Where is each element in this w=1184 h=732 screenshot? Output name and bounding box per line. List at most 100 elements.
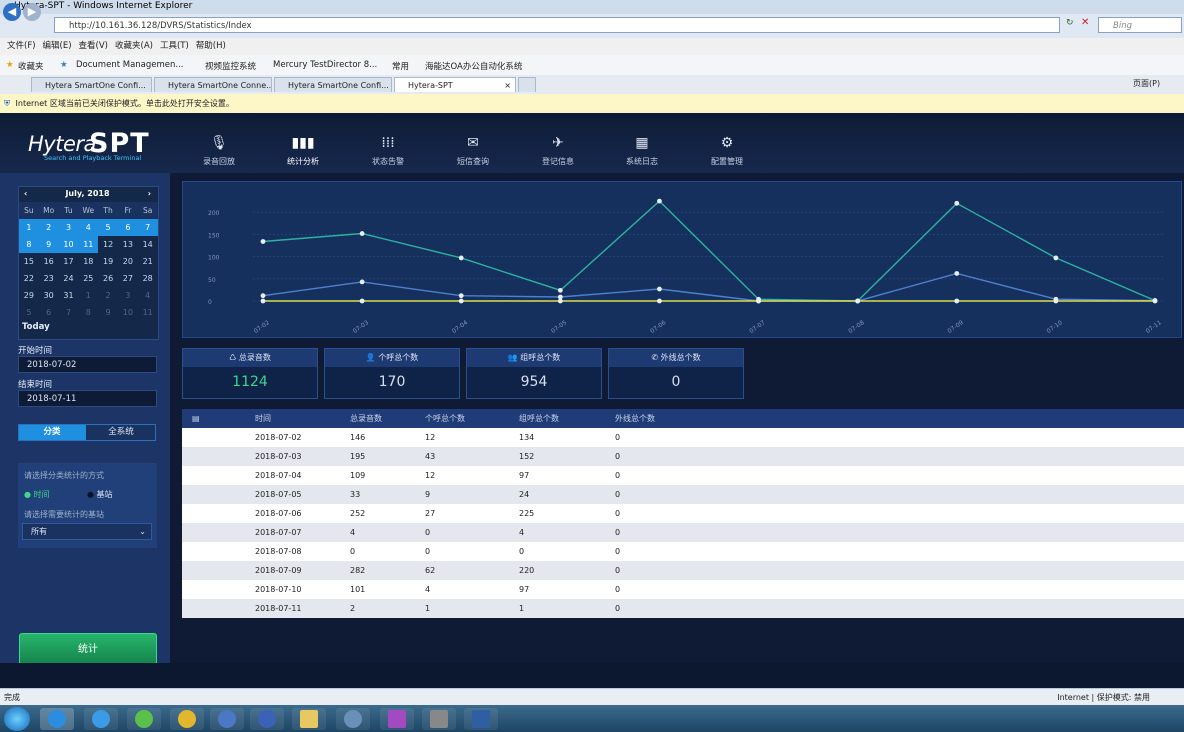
search-input[interactable]: Bing bbox=[1098, 17, 1182, 33]
calendar-day[interactable]: 14 bbox=[138, 236, 158, 253]
calendar-day[interactable]: 4 bbox=[138, 287, 158, 304]
tab-smartone-3[interactable]: Hytera SmartOne Confi... bbox=[274, 77, 392, 92]
nav-statistics[interactable]: ▮▮▮ 统计分析 bbox=[273, 135, 333, 167]
menu-file[interactable]: 文件(F) bbox=[7, 41, 36, 51]
table-row[interactable]: 2018-07-04 109 12 97 0 bbox=[182, 466, 1184, 485]
security-infobar[interactable]: ⛨ Internet 区域当前已关闭保护模式。单击此处打开安全设置。 bbox=[0, 94, 1184, 114]
calendar-day[interactable]: 5 bbox=[98, 219, 118, 236]
page-menu[interactable]: 页面(P) bbox=[1133, 78, 1160, 89]
calendar-day[interactable]: 10 bbox=[58, 236, 79, 253]
add-favorite-icon[interactable]: ★ bbox=[60, 60, 68, 70]
prev-month-icon[interactable]: ‹ bbox=[24, 186, 27, 202]
taskbar-app-11[interactable] bbox=[464, 708, 498, 730]
table-row[interactable]: 2018-07-05 33 9 24 0 bbox=[182, 485, 1184, 504]
calendar-day[interactable]: 29 bbox=[19, 287, 39, 304]
calendar-day[interactable]: 9 bbox=[98, 304, 118, 321]
address-bar[interactable]: http://10.161.36.128/DVRS/Statistics/Ind… bbox=[54, 17, 1060, 33]
nav-config[interactable]: ⚙ 配置管理 bbox=[697, 135, 757, 167]
favorites-label[interactable]: 收藏夹 bbox=[18, 60, 44, 72]
calendar-day[interactable]: 4 bbox=[78, 219, 99, 236]
tab-smartone-1[interactable]: Hytera SmartOne Confi... bbox=[31, 77, 152, 92]
end-date-input[interactable]: 2018-07-11 bbox=[18, 390, 157, 407]
table-row[interactable]: 2018-07-02 146 12 134 0 bbox=[182, 428, 1184, 447]
calendar-day[interactable]: 31 bbox=[59, 287, 79, 304]
calendar-day[interactable]: 8 bbox=[78, 304, 98, 321]
taskbar-app-8[interactable] bbox=[336, 708, 370, 730]
calendar-day[interactable]: 11 bbox=[138, 304, 158, 321]
calculate-button[interactable]: 统计 bbox=[19, 633, 157, 667]
taskbar-explorer[interactable] bbox=[292, 708, 326, 730]
refresh-icon[interactable]: ↻ bbox=[1066, 18, 1074, 28]
calendar-day[interactable]: 26 bbox=[98, 270, 118, 287]
menu-favorites[interactable]: 收藏夹(A) bbox=[115, 41, 153, 51]
next-month-icon[interactable]: › bbox=[148, 186, 151, 202]
stop-icon[interactable]: ✕ bbox=[1081, 17, 1089, 28]
table-row[interactable]: 2018-07-10 101 4 97 0 bbox=[182, 580, 1184, 599]
menu-help[interactable]: 帮助(H) bbox=[196, 41, 226, 51]
table-row[interactable]: 2018-07-09 282 62 220 0 bbox=[182, 561, 1184, 580]
close-tab-icon[interactable]: × bbox=[504, 78, 511, 92]
radio-base[interactable]: ● 基站 bbox=[87, 489, 113, 500]
forward-button[interactable]: ▶ bbox=[23, 3, 41, 21]
calendar-day[interactable]: 1 bbox=[78, 287, 98, 304]
new-tab-button[interactable] bbox=[518, 77, 536, 92]
nav-registration[interactable]: ✈ 登记信息 bbox=[528, 135, 588, 167]
calendar-day[interactable]: 2 bbox=[38, 219, 59, 236]
calendar-day[interactable]: 30 bbox=[39, 287, 59, 304]
nav-status-alarm[interactable]: ⁞⁞⁞ 状态告警 bbox=[358, 135, 418, 167]
fav-item-common[interactable]: 常用 bbox=[392, 60, 409, 72]
tab-smartone-2[interactable]: Hytera SmartOne Conne... bbox=[154, 77, 272, 92]
calendar-day[interactable]: 11 bbox=[78, 236, 99, 253]
fav-item-video[interactable]: 视频监控系统 bbox=[205, 60, 256, 72]
calendar-day[interactable]: 12 bbox=[98, 236, 118, 253]
nav-sms-query[interactable]: ✉ 短信查询 bbox=[443, 135, 503, 167]
menu-edit[interactable]: 编辑(E) bbox=[43, 41, 72, 51]
calendar-day[interactable]: 8 bbox=[19, 236, 39, 253]
nav-recording-playback[interactable]: 🎙 录音回放 bbox=[189, 135, 249, 167]
base-select[interactable]: 所有 ⌄ bbox=[22, 523, 152, 540]
start-button[interactable] bbox=[4, 707, 30, 731]
calendar-day[interactable]: 22 bbox=[19, 270, 39, 287]
back-button[interactable]: ◀ bbox=[3, 3, 21, 21]
calendar-day[interactable]: 24 bbox=[59, 270, 79, 287]
calendar-day[interactable]: 7 bbox=[59, 304, 79, 321]
taskbar-app-6[interactable] bbox=[250, 708, 284, 730]
calendar-day[interactable]: 3 bbox=[58, 219, 79, 236]
menu-tools[interactable]: 工具(T) bbox=[160, 41, 189, 51]
table-row[interactable]: 2018-07-08 0 0 0 0 bbox=[182, 542, 1184, 561]
fav-item-mercury[interactable]: Mercury TestDirector 8... bbox=[273, 60, 377, 70]
start-date-input[interactable]: 2018-07-02 bbox=[18, 356, 157, 373]
calendar-day[interactable]: 17 bbox=[59, 253, 79, 270]
nav-system-log[interactable]: ▦ 系统日志 bbox=[612, 135, 672, 167]
table-row[interactable]: 2018-07-03 195 43 152 0 bbox=[182, 447, 1184, 466]
tab-hytera-spt[interactable]: Hytera-SPT × bbox=[394, 77, 516, 92]
export-icon[interactable]: ▤ bbox=[192, 409, 200, 428]
calendar-day[interactable]: 28 bbox=[138, 270, 158, 287]
table-row[interactable]: 2018-07-11 2 1 1 0 bbox=[182, 599, 1184, 618]
table-row[interactable]: 2018-07-06 252 27 225 0 bbox=[182, 504, 1184, 523]
calendar-day[interactable]: 2 bbox=[98, 287, 118, 304]
calendar-day[interactable]: 21 bbox=[138, 253, 158, 270]
taskbar-chrome[interactable] bbox=[170, 708, 204, 730]
calendar-day[interactable]: 19 bbox=[98, 253, 118, 270]
radio-time[interactable]: ● 时间 bbox=[24, 489, 50, 500]
taskbar-app-10[interactable] bbox=[422, 708, 456, 730]
taskbar-app-2[interactable] bbox=[84, 708, 118, 730]
calendar-day[interactable]: 5 bbox=[19, 304, 39, 321]
calendar-day[interactable]: 1 bbox=[19, 219, 39, 236]
calendar-day[interactable]: 16 bbox=[39, 253, 59, 270]
calendar-day[interactable]: 18 bbox=[78, 253, 98, 270]
calendar-day[interactable]: 10 bbox=[118, 304, 138, 321]
taskbar-app-3[interactable] bbox=[127, 708, 161, 730]
today-button[interactable]: Today bbox=[22, 322, 50, 332]
taskbar-app-5[interactable] bbox=[210, 708, 244, 730]
calendar-day[interactable]: 25 bbox=[78, 270, 98, 287]
calendar-day[interactable]: 7 bbox=[137, 219, 158, 236]
calendar-day[interactable]: 13 bbox=[118, 236, 138, 253]
taskbar-ie[interactable] bbox=[40, 708, 74, 730]
calendar-day[interactable]: 9 bbox=[38, 236, 59, 253]
taskbar-app-9[interactable] bbox=[380, 708, 414, 730]
fav-item-document[interactable]: Document Managemen... bbox=[76, 60, 184, 70]
calendar-day[interactable]: 3 bbox=[118, 287, 138, 304]
menu-view[interactable]: 查看(V) bbox=[79, 41, 108, 51]
